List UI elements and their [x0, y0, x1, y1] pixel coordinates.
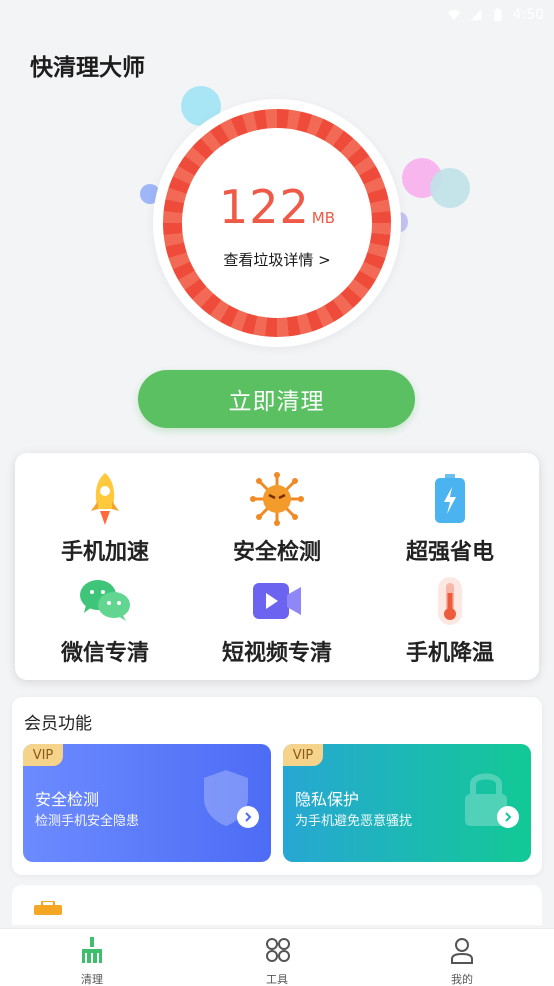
junk-size-value: 122	[218, 180, 310, 234]
video-icon	[253, 583, 301, 619]
tools-card: 手机加速 安全检测 超强省电 微信专清 短视频专清 手机降温	[15, 453, 539, 680]
nav-item-mine[interactable]: 我的	[412, 935, 512, 986]
tool-label: 安全检测	[232, 540, 321, 565]
tool-security-check[interactable]: 安全检测	[190, 467, 364, 567]
battery-status-icon	[494, 8, 502, 22]
thermometer-icon	[438, 577, 462, 625]
tool-label: 手机降温	[405, 641, 494, 666]
bottom-nav: 清理 工具 我的	[0, 928, 554, 986]
wechat-icon	[80, 580, 130, 621]
tool-label: 手机加速	[60, 540, 149, 565]
nav-label: 清理	[81, 973, 103, 986]
member-features-card: 会员功能 VIP 安全检测 检测手机安全隐患 VIP 隐私保护 为手机避免恶意骚…	[12, 697, 542, 875]
tool-phone-cooling[interactable]: 手机降温	[363, 571, 537, 671]
tool-label: 超强省电	[405, 540, 494, 565]
vip-card-name: 隐私保护	[295, 790, 360, 809]
nav-item-tools[interactable]: 工具	[227, 935, 327, 986]
user-icon	[451, 938, 473, 964]
vip-card-privacy[interactable]: VIP 隐私保护 为手机避免恶意骚扰	[283, 744, 531, 862]
nav-label: 工具	[266, 973, 288, 986]
nav-label: 我的	[451, 973, 473, 986]
junk-size: 122 MB	[182, 180, 372, 234]
next-section-card	[12, 885, 542, 925]
toolbox-icon	[34, 901, 62, 915]
nav-item-clean[interactable]: 清理	[42, 935, 142, 986]
tool-label: 短视频专清	[221, 641, 332, 666]
clean-now-button[interactable]: 立即清理	[138, 370, 415, 428]
vip-card-desc: 检测手机安全隐患	[35, 814, 140, 829]
vip-card-desc: 为手机避免恶意骚扰	[295, 814, 413, 829]
battery-icon	[435, 474, 465, 523]
vip-card-security[interactable]: VIP 安全检测 检测手机安全隐患	[23, 744, 271, 862]
chevron-right-icon[interactable]	[237, 806, 259, 828]
member-features-title: 会员功能	[24, 714, 92, 734]
virus-icon	[250, 472, 304, 526]
junk-size-unit: MB	[311, 209, 336, 227]
tool-label: 微信专清	[60, 641, 149, 666]
chevron-right-icon[interactable]	[497, 806, 519, 828]
status-time: 4:50	[512, 7, 544, 23]
status-bar: 4:50	[0, 0, 554, 30]
decor-bubble	[430, 168, 470, 208]
grid-icon	[266, 938, 290, 962]
tool-phone-boost[interactable]: 手机加速	[18, 467, 192, 567]
tool-short-video-clean[interactable]: 短视频专清	[190, 571, 364, 671]
app-title: 快清理大师	[30, 55, 145, 81]
vip-badge: VIP	[283, 744, 323, 766]
broom-icon	[82, 937, 102, 963]
vip-card-name: 安全检测	[35, 790, 100, 809]
tool-wechat-clean[interactable]: 微信专清	[18, 571, 192, 671]
vip-badge: VIP	[23, 744, 63, 766]
junk-detail-link[interactable]: 查看垃圾详情 >	[182, 249, 372, 270]
signal-icon	[470, 9, 481, 21]
tool-power-saving[interactable]: 超强省电	[363, 467, 537, 567]
wifi-icon	[447, 9, 460, 21]
rocket-icon	[91, 473, 119, 525]
